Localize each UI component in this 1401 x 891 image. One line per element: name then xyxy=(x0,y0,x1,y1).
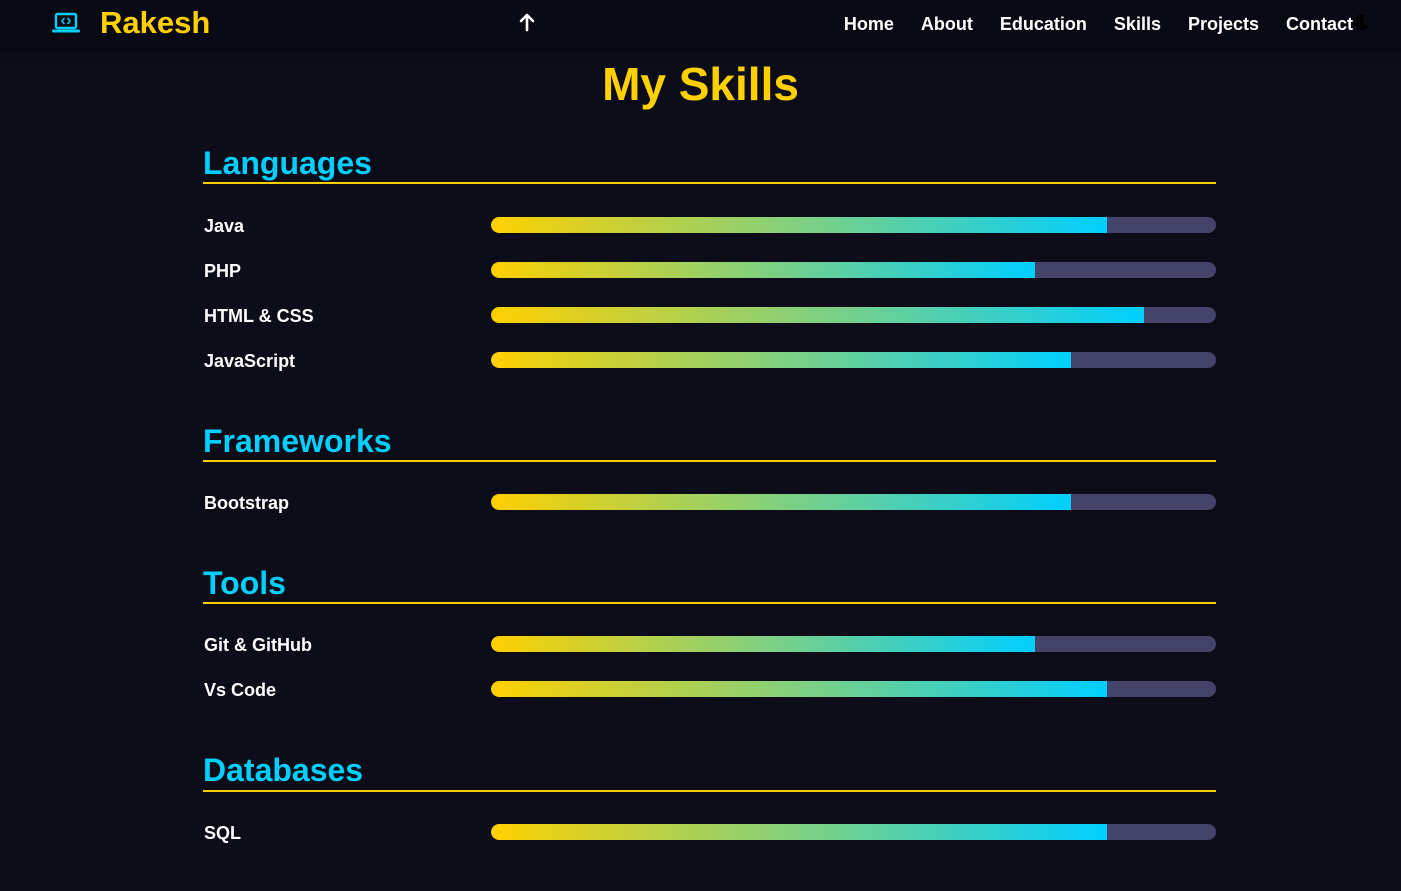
skill-name: Git & GitHub xyxy=(204,635,312,655)
skill-progress-bar xyxy=(491,636,1216,652)
brand-name: Rakesh xyxy=(100,5,211,40)
skill-name: PHP xyxy=(204,261,242,281)
skill-progress-bar xyxy=(491,262,1216,278)
arrow-up-icon[interactable] xyxy=(515,10,539,34)
nav-link-contact[interactable]: Contact xyxy=(1286,12,1353,36)
skill-progress-bar xyxy=(491,307,1216,323)
skill-progress-fill xyxy=(491,352,1071,368)
skill-progress-bar xyxy=(491,681,1216,697)
nav-link-about[interactable]: About xyxy=(921,12,973,36)
skill-progress-fill xyxy=(491,636,1035,652)
skill-progress-fill xyxy=(491,262,1035,278)
skill-name: Bootstrap xyxy=(204,493,289,513)
section-divider xyxy=(203,460,1216,462)
skill-progress-bar xyxy=(491,494,1216,510)
section-title-frameworks: Frameworks xyxy=(203,423,392,459)
navbar: Rakesh Home About Education Skills Projects C… xyxy=(0,0,1401,50)
skill-progress-fill xyxy=(491,217,1108,233)
section-title-languages: Languages xyxy=(203,145,372,181)
nav-link-skills[interactable]: Skills xyxy=(1114,12,1161,36)
skill-progress-fill xyxy=(491,681,1108,697)
section-divider xyxy=(203,790,1216,792)
skill-progress-fill xyxy=(491,824,1108,840)
nav-link-projects[interactable]: Projects xyxy=(1188,12,1259,36)
skill-name: Java xyxy=(204,216,245,236)
skill-name: SQL xyxy=(204,823,242,843)
laptop-code-icon xyxy=(52,12,80,33)
skill-name: HTML & CSS xyxy=(204,306,314,326)
brand[interactable]: Rakesh xyxy=(50,4,210,42)
skill-progress-bar xyxy=(491,217,1216,233)
skill-progress-fill xyxy=(491,307,1144,323)
skill-progress-bar xyxy=(491,352,1216,368)
nav-link-home[interactable]: Home xyxy=(844,12,894,36)
nav-links: Home About Education Skills Projects Contact xyxy=(844,12,1353,36)
nav-link-education[interactable]: Education xyxy=(1000,12,1087,36)
skill-name: JavaScript xyxy=(204,351,296,371)
skill-progress-bar xyxy=(491,824,1216,840)
section-title-databases: Databases xyxy=(203,752,364,788)
skill-progress-fill xyxy=(491,494,1071,510)
section-title-tools: Tools xyxy=(203,565,286,601)
moon-icon[interactable] xyxy=(1352,12,1372,32)
page-title: My Skills xyxy=(602,58,799,110)
skill-name: Vs Code xyxy=(204,680,277,700)
section-divider xyxy=(203,602,1216,604)
section-divider xyxy=(203,182,1216,184)
